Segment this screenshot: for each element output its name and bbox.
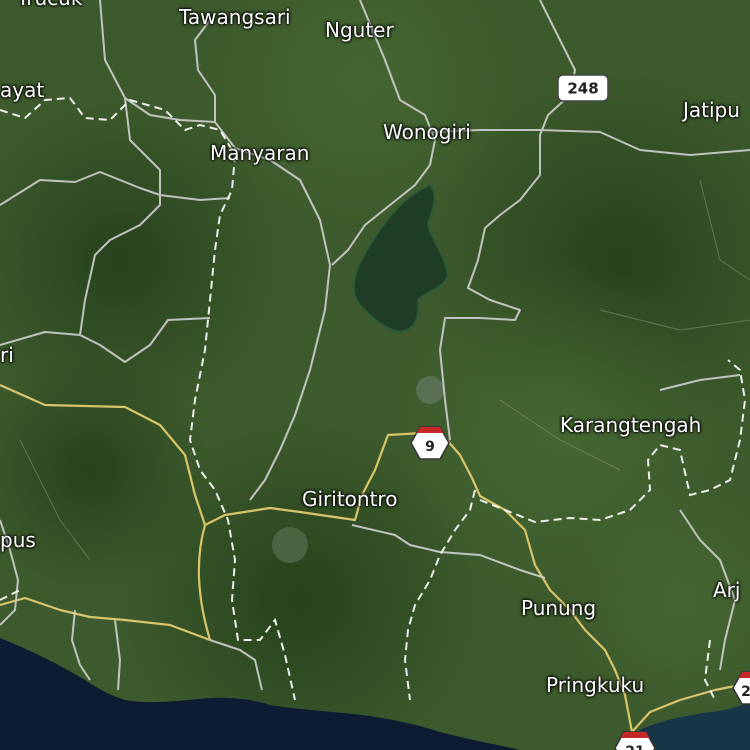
place-label-karangtengah: Karangtengah — [560, 413, 702, 437]
map-view[interactable]: Trucuk Tawangsari Nguter Wonogiri Jatipu… — [0, 0, 750, 750]
route-shield-2: 2 — [732, 671, 750, 705]
terrain-highlight — [272, 527, 308, 563]
svg-text:9: 9 — [425, 439, 435, 455]
route-shield-248: 248 — [557, 74, 609, 102]
svg-text:2: 2 — [741, 684, 750, 700]
place-label-ayat: ayat — [0, 78, 45, 102]
place-label-arj: Arj — [713, 578, 741, 602]
terrain-highlight — [416, 376, 444, 404]
place-label-punung: Punung — [521, 596, 597, 620]
place-label-nguter: Nguter — [325, 18, 394, 42]
place-label-ri: ri — [0, 343, 14, 367]
svg-text:21: 21 — [625, 744, 644, 750]
place-label-trucuk: Trucuk — [17, 0, 82, 8]
place-label-jatipu: Jatipu — [683, 98, 740, 122]
svg-text:248: 248 — [567, 80, 598, 98]
place-label-tawangsari: Tawangsari — [179, 5, 291, 29]
place-label-wonogiri: Wonogiri — [383, 120, 471, 144]
place-label-giritontro: Giritontro — [302, 487, 398, 511]
route-shield-9: 9 — [410, 426, 450, 460]
place-label-pus: pus — [0, 528, 36, 552]
route-shield-21: 21 — [614, 731, 656, 750]
map-base-layer — [0, 0, 750, 750]
place-label-pringkuku: Pringkuku — [546, 673, 645, 697]
place-label-manyaran: Manyaran — [210, 141, 310, 165]
